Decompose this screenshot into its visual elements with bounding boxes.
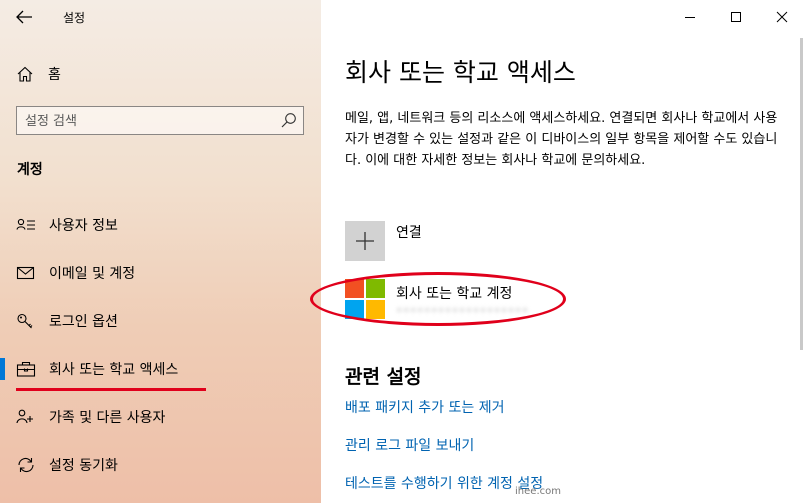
sidebar-item-label: 이메일 및 계정 [49, 266, 136, 282]
sidebar-item-label: 사용자 정보 [49, 218, 118, 234]
annotation-circle [310, 272, 566, 326]
section-title: 계정 [17, 162, 43, 178]
sidebar-item-label: 가족 및 다른 사용자 [49, 410, 166, 426]
window-controls [667, 0, 805, 34]
home-icon [17, 66, 33, 82]
minimize-icon [685, 17, 695, 18]
link-setup-test-account[interactable]: 테스트를 수행하기 위한 계정 설정 [345, 473, 543, 493]
key-icon [17, 313, 33, 329]
maximize-button[interactable] [713, 0, 759, 34]
page-title: 회사 또는 학교 액세스 [345, 58, 576, 87]
user-info-icon [16, 218, 35, 230]
sidebar-item-user-info[interactable]: 사용자 정보 [0, 205, 321, 245]
sidebar-item-work-school-access[interactable]: 회사 또는 학교 액세스 [0, 349, 321, 389]
mail-icon [16, 266, 35, 280]
plus-icon [356, 232, 374, 250]
link-export-logs[interactable]: 관리 로그 파일 보내기 [345, 435, 474, 455]
close-icon [776, 11, 788, 23]
minimize-button[interactable] [667, 0, 713, 34]
search-box[interactable] [16, 106, 304, 135]
watermark: ihee.com [515, 486, 561, 497]
briefcase-icon [16, 361, 36, 377]
sidebar-item-family-other-users[interactable]: 가족 및 다른 사용자 [0, 397, 321, 437]
connect-label[interactable]: 연결 [396, 222, 422, 242]
sync-icon [18, 457, 34, 473]
search-icon[interactable] [280, 112, 297, 129]
sidebar-item-email-accounts[interactable]: 이메일 및 계정 [0, 253, 321, 293]
titlebar-left: 설정 [0, 0, 321, 34]
nav-home-label: 홈 [48, 67, 61, 83]
sidebar-item-sync-settings[interactable]: 설정 동기화 [0, 445, 321, 485]
nav-home[interactable]: 홈 [16, 63, 296, 85]
settings-sidebar: 설정 홈 계정 사용자 정보 이메일 및 계정 [0, 0, 321, 503]
search-input[interactable] [25, 111, 275, 131]
arrow-left-icon [16, 10, 32, 24]
main-content: 회사 또는 학교 액세스 메일, 앱, 네트워크 등의 리소스에 액세스하세요.… [310, 0, 805, 503]
app-title: 설정 [63, 11, 86, 25]
sidebar-item-sign-in-options[interactable]: 로그인 옵션 [0, 301, 321, 341]
active-indicator [0, 358, 5, 380]
sidebar-item-label: 설정 동기화 [49, 458, 118, 474]
close-button[interactable] [759, 0, 805, 34]
link-add-remove-package[interactable]: 배포 패키지 추가 또는 제거 [345, 397, 504, 417]
page-description: 메일, 앱, 네트워크 등의 리소스에 액세스하세요. 연결되면 회사나 학교에… [345, 111, 778, 168]
annotation-underline [16, 388, 206, 391]
connect-button[interactable] [345, 221, 385, 261]
related-settings-title: 관련 설정 [345, 366, 422, 388]
sidebar-item-label: 회사 또는 학교 액세스 [49, 362, 179, 378]
maximize-icon [731, 12, 741, 22]
people-icon [16, 409, 33, 424]
back-button[interactable] [14, 7, 36, 27]
sidebar-item-label: 로그인 옵션 [49, 314, 118, 330]
scrollbar[interactable] [800, 38, 803, 350]
